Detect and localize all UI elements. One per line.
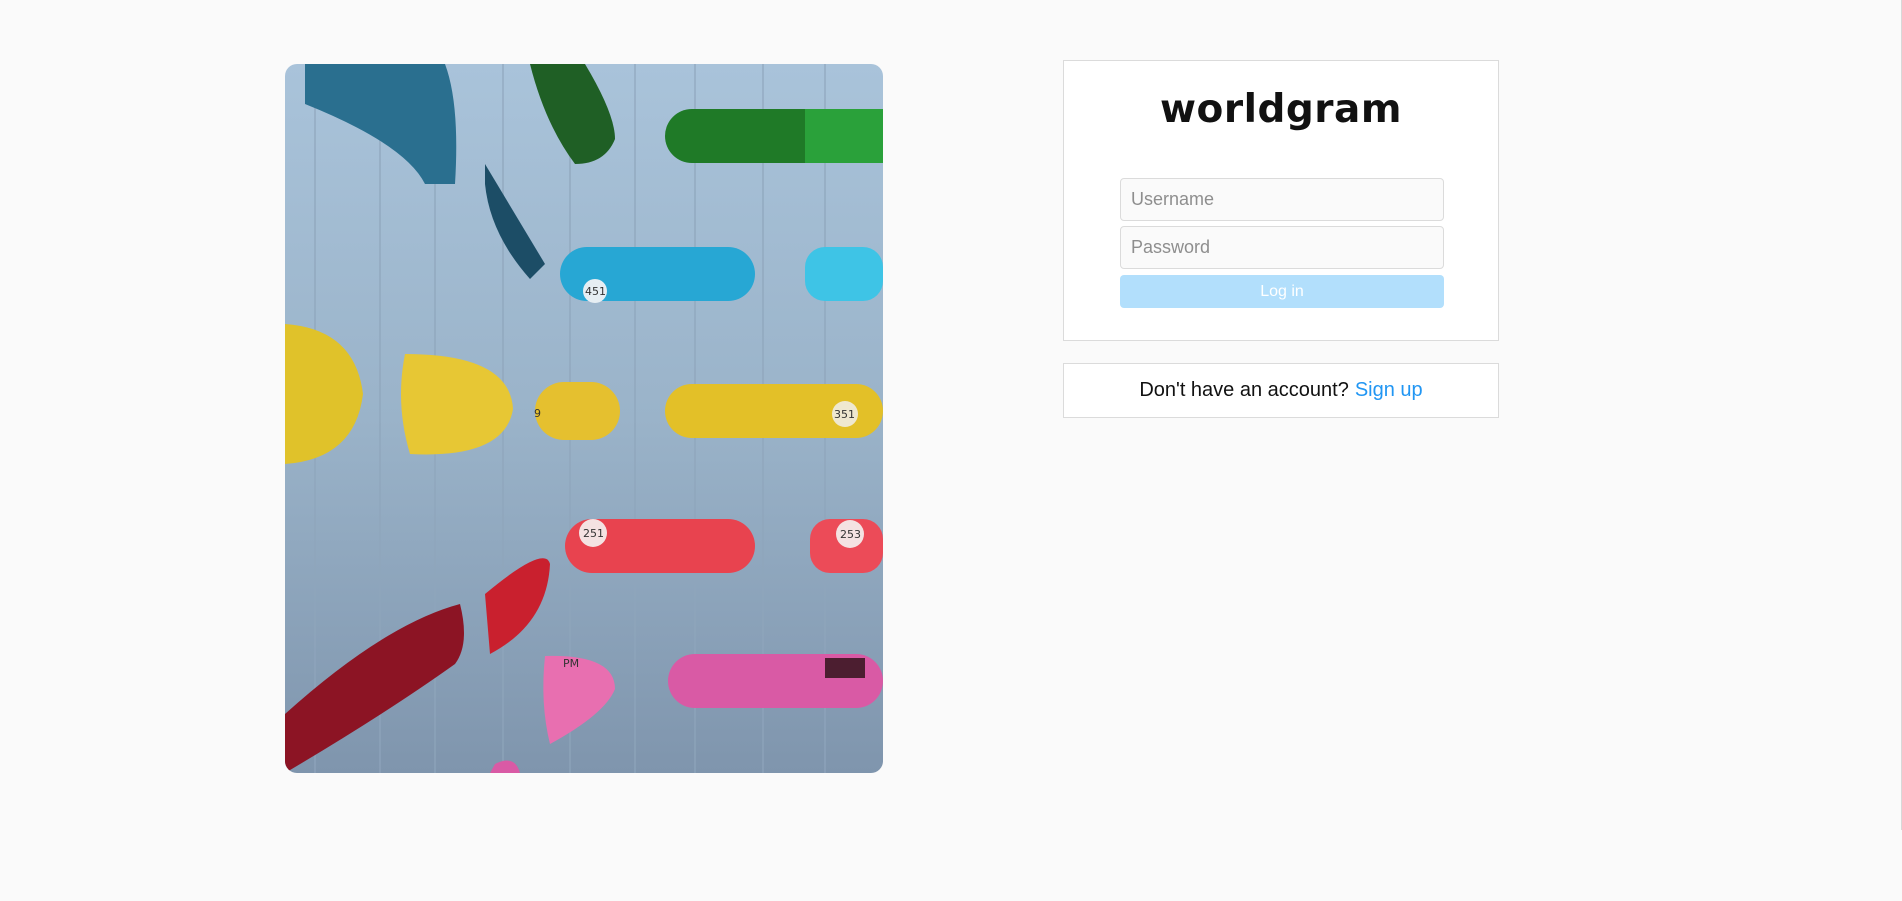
password-input[interactable] (1120, 226, 1444, 269)
signup-link[interactable]: Sign up (1355, 379, 1423, 402)
signup-prompt: Don't have an account? (1139, 379, 1349, 401)
room-number-9: 9 (534, 407, 541, 420)
room-number-451: 451 (585, 285, 606, 298)
login-card: worldgram Log in (1063, 60, 1499, 341)
login-button[interactable]: Log in (1120, 275, 1444, 308)
brand-logo: worldgram (1160, 87, 1402, 132)
login-page: 451 351 251 253 9 PM worldgram Log in Do… (0, 0, 1902, 901)
room-number-253: 253 (840, 528, 861, 541)
room-number-351: 351 (834, 408, 855, 421)
username-input[interactable] (1120, 178, 1444, 221)
hero-image: 451 351 251 253 9 PM (285, 64, 883, 773)
room-number-pm: PM (563, 657, 579, 670)
room-number-251: 251 (583, 527, 604, 540)
signup-card: Don't have an account? Sign up (1063, 363, 1499, 418)
